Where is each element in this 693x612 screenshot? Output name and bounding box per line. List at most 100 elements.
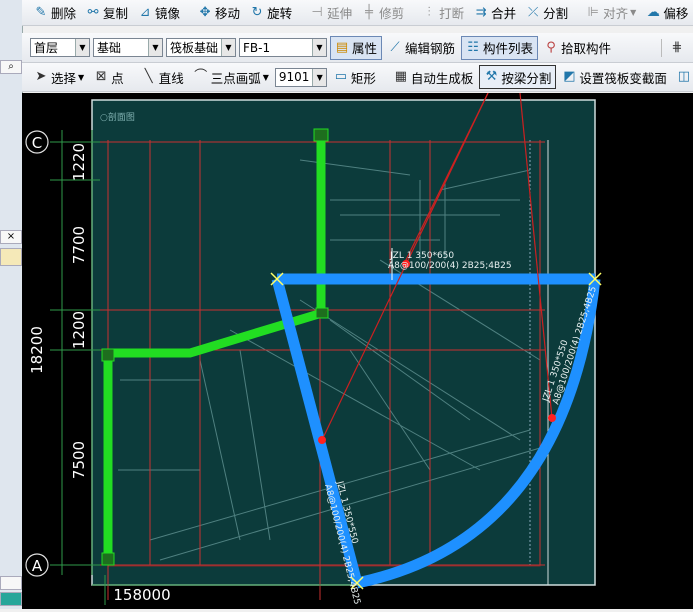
chevron-down-icon: ▼ <box>75 39 89 56</box>
slab-note: ○剖面图 <box>100 111 135 123</box>
dim-7500: 7500 <box>70 441 88 479</box>
section-icon: ◩ <box>563 69 576 84</box>
component-name-select[interactable]: FB-1 ▼ <box>239 38 327 57</box>
split-label: 分割 <box>543 6 569 21</box>
delete-button[interactable]: ✎ 删除 <box>30 2 80 24</box>
axis-c-label: C <box>32 134 42 152</box>
split-icon: ⤫ <box>527 4 539 20</box>
align-icon: ⊫ <box>587 4 599 20</box>
break-button[interactable]: ⫶ 打断 <box>418 2 468 24</box>
edit-rebar-label: 编辑钢筋 <box>405 41 456 56</box>
dim-1220: 1220 <box>70 143 88 181</box>
merge-icon: ⇉ <box>475 4 487 20</box>
component-list-button[interactable]: ☷ 构件列表 <box>461 35 539 60</box>
dim-7700: 7700 <box>70 226 88 264</box>
floor-value: 首层 <box>34 41 59 55</box>
chevron-down-icon: ▼ <box>262 72 269 82</box>
panel-search-icon[interactable]: ⌕ <box>0 60 22 74</box>
properties-button[interactable]: ▤ 属性 <box>330 35 383 60</box>
copy-label: 复制 <box>103 6 129 21</box>
copy-button[interactable]: ⚯ 复制 <box>82 2 132 24</box>
dim-1200: 1200 <box>70 311 88 349</box>
component-type-select[interactable]: 筏板基础 ▼ <box>166 38 236 57</box>
panel-close-icon[interactable]: × <box>0 230 22 244</box>
beam-top-label-1: JZL 1 350*650 <box>389 251 454 261</box>
drawing-svg[interactable]: C A 1220 7700 1200 7500 18200 158000 JZL… <box>22 92 693 609</box>
mirror-label: 镜像 <box>155 6 181 21</box>
eyedropper-icon: ⚲ <box>546 39 556 55</box>
delete-label: 删除 <box>51 6 77 21</box>
category-value: 基础 <box>97 41 122 55</box>
axis-bubble-c: C <box>25 130 49 154</box>
arc-value-select[interactable]: 9101 ▼ <box>274 67 327 87</box>
list-icon: ☷ <box>467 39 479 55</box>
component-toolbar: 首层 ▼ 基础 ▼ 筏板基础 ▼ FB-1 ▼ ▤ 属性 ⟋ 编辑钢筋 ☷ 构件列表 ⚲ 拾取构… <box>22 33 693 63</box>
extend-button[interactable]: ⊣ 延伸 <box>306 2 356 24</box>
set-slab-section-label: 设置筏板变截面 <box>579 70 667 86</box>
merge-label: 合并 <box>491 6 517 21</box>
grid-tool-button[interactable]: ⋕ <box>666 37 691 59</box>
merge-button[interactable]: ⇉ 合并 <box>470 2 520 24</box>
extend-label: 延伸 <box>327 6 353 21</box>
arc-icon: ⌒ <box>194 69 208 84</box>
move-label: 移动 <box>215 6 241 21</box>
category-select[interactable]: 基础 ▼ <box>93 38 163 57</box>
trim-button[interactable]: ╪ 修剪 <box>358 2 408 24</box>
rotate-button[interactable]: ↻ 旋转 <box>246 2 296 24</box>
axis-a-label: A <box>32 557 43 575</box>
panel-box-2[interactable] <box>0 592 22 606</box>
rotate-icon: ↻ <box>251 4 263 20</box>
view-button[interactable]: ◫查 <box>673 66 693 88</box>
line-button[interactable]: ╲ 直线 <box>138 66 188 88</box>
auto-generate-label: 自动生成板 <box>410 70 474 86</box>
separator <box>661 38 662 57</box>
component-type-value: 筏板基础 <box>170 41 219 55</box>
arc-value: 9101 <box>278 70 310 84</box>
chevron-down-icon: ▼ <box>312 39 326 56</box>
select-label: 选择 <box>51 70 77 86</box>
chevron-down-icon: ▼ <box>221 39 235 56</box>
chevron-down-icon: ▼ <box>148 39 162 56</box>
rectangle-button[interactable]: ▭ 矩形 <box>330 66 380 88</box>
arc-button[interactable]: ⌒ 三点画弧 ▼ <box>190 66 273 88</box>
split-button[interactable]: ⤫ 分割 <box>522 2 572 24</box>
align-button[interactable]: ⊫ 对齐 ▼ <box>582 2 640 24</box>
offset-button[interactable]: ☁ 偏移 <box>642 2 692 24</box>
auto-generate-button[interactable]: ▦ 自动生成板 <box>390 66 478 88</box>
break-label: 打断 <box>439 6 465 21</box>
set-slab-section-button[interactable]: ◩ 设置筏板变截面 <box>558 66 671 88</box>
move-button[interactable]: ✥ 移动 <box>194 2 244 24</box>
axis-bubble-a: A <box>25 553 49 577</box>
chevron-down-icon: ▼ <box>78 72 85 82</box>
component-list-label: 构件列表 <box>483 41 534 56</box>
arc-label: 三点画弧 <box>210 70 261 86</box>
rectangle-label: 矩形 <box>350 70 376 86</box>
properties-label: 属性 <box>352 41 378 56</box>
chevron-down-icon: ▼ <box>312 68 326 86</box>
pick-component-button[interactable]: ⚲ 拾取构件 <box>540 37 615 59</box>
floor-select[interactable]: 首层 ▼ <box>30 38 90 57</box>
align-label: 对齐 <box>603 6 629 21</box>
chevron-down-icon: ▼ <box>630 8 637 17</box>
rotate-label: 旋转 <box>267 6 293 21</box>
rectangle-icon: ▭ <box>334 69 348 84</box>
view-icon: ◫ <box>677 69 691 84</box>
point-button[interactable]: ⊠ 点 <box>90 66 128 88</box>
split-by-beam-label: 按梁分割 <box>501 70 552 86</box>
component-name-value: FB-1 <box>243 40 271 55</box>
break-icon: ⫶ <box>427 4 431 20</box>
line-icon: ╲ <box>144 69 153 84</box>
edit-rebar-button[interactable]: ⟋ 编辑钢筋 <box>384 37 459 59</box>
brush-icon: ✎ <box>35 4 47 20</box>
grid-icon: ▦ <box>394 69 408 84</box>
offset-label: 偏移 <box>663 6 689 21</box>
select-button[interactable]: ➤ 选择 ▼ <box>30 66 88 88</box>
split-by-beam-button[interactable]: ⚒ 按梁分割 <box>479 65 557 89</box>
properties-icon: ▤ <box>335 39 349 55</box>
split-beam-icon: ⚒ <box>485 69 498 84</box>
panel-box-1[interactable] <box>0 576 22 590</box>
drawing-canvas[interactable]: C A 1220 7700 1200 7500 18200 158000 JZL… <box>22 92 693 609</box>
panel-selected-row[interactable] <box>0 248 22 266</box>
move-icon: ✥ <box>199 4 211 20</box>
mirror-button[interactable]: ⊿ 镜像 <box>134 2 184 24</box>
